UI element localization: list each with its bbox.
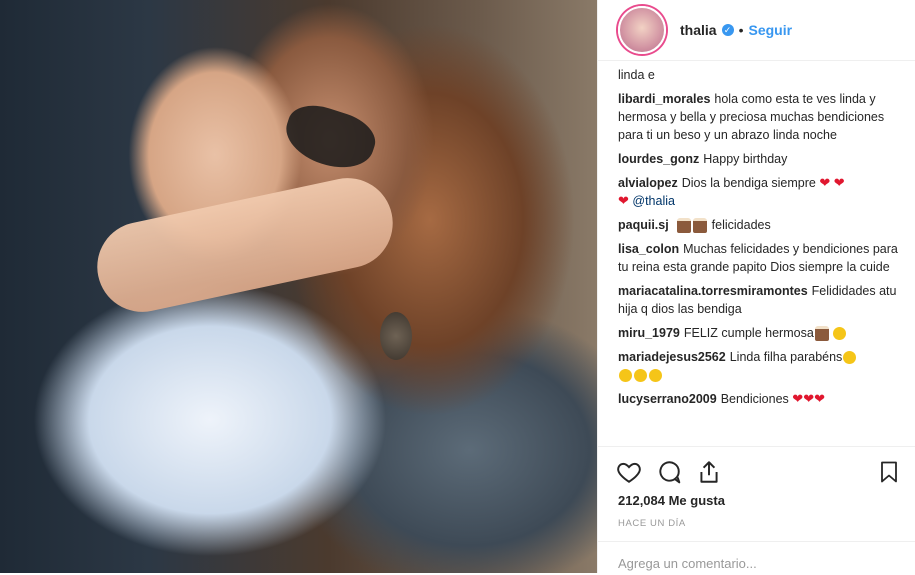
clap-emoji-icon bbox=[843, 351, 857, 365]
share-icon[interactable] bbox=[696, 459, 722, 485]
post-sidebar: thalia ✓ • Seguir linda e libardi_morale… bbox=[597, 0, 915, 573]
comment-username[interactable]: lourdes_gonz bbox=[618, 152, 699, 166]
heart-emoji-icon: ❤ bbox=[819, 175, 831, 190]
comment-item: mariadejesus2562 Linda filha parabéns bbox=[618, 348, 898, 384]
post-timestamp: HACE UN DÍA bbox=[618, 518, 686, 529]
comment-text: Happy birthday bbox=[703, 152, 788, 166]
comment-username[interactable]: libardi_morales bbox=[618, 92, 710, 106]
comment-text: Bendiciones bbox=[720, 392, 789, 406]
comment-item: miru_1979 FELIZ cumple hermosa bbox=[618, 324, 898, 342]
post-header: thalia ✓ • Seguir bbox=[598, 0, 915, 61]
heart-emoji-icon: ❤ bbox=[803, 391, 815, 406]
comment-item: linda e bbox=[618, 66, 898, 84]
heart-icon[interactable] bbox=[616, 459, 642, 485]
bookmark-icon[interactable] bbox=[877, 459, 901, 485]
post-photo[interactable] bbox=[0, 0, 597, 573]
heart-emoji-icon: ❤ bbox=[618, 193, 629, 208]
heart-emoji-icon: ❤ bbox=[814, 391, 825, 406]
comments-list[interactable]: linda e libardi_morales hola como esta te… bbox=[618, 66, 898, 446]
profile-username[interactable]: thalia bbox=[680, 22, 717, 38]
comment-username[interactable]: mariacatalina.torresmiramontes bbox=[618, 284, 808, 298]
comment-item: paquii.sj felicidades bbox=[618, 216, 898, 234]
comment-mention-link[interactable]: @thalia bbox=[632, 194, 675, 208]
comment-item: lourdes_gonz Happy birthday bbox=[618, 150, 898, 168]
add-comment-input[interactable]: Agrega un comentario... bbox=[618, 556, 757, 571]
comment-text: felicidades bbox=[711, 218, 771, 232]
profile-avatar[interactable] bbox=[618, 6, 666, 54]
comment-username[interactable]: lisa_colon bbox=[618, 242, 679, 256]
clap-emoji-icon bbox=[619, 369, 632, 383]
wink-emoji-icon bbox=[832, 327, 846, 341]
comment-icon[interactable] bbox=[656, 459, 682, 485]
comment-item: libardi_morales hola como esta te ves lin… bbox=[618, 90, 898, 144]
add-comment-bar: Agrega un comentario... bbox=[598, 541, 915, 575]
comment-item: alvialopez Dios la bendiga siempre ❤ ❤ ❤ … bbox=[618, 174, 898, 210]
cake-emoji-icon bbox=[814, 326, 829, 342]
comment-text: linda e bbox=[618, 68, 655, 82]
verified-badge-icon: ✓ bbox=[721, 24, 734, 36]
comment-username[interactable]: miru_1979 bbox=[618, 326, 680, 340]
comment-username[interactable]: mariadejesus2562 bbox=[618, 350, 726, 364]
cake-emoji-icon bbox=[677, 218, 692, 234]
comment-item: lisa_colon Muchas felicidades y bendicion… bbox=[618, 240, 898, 276]
comment-username[interactable]: alvialopez bbox=[618, 176, 678, 190]
comment-text: FELIZ cumple hermosa bbox=[683, 326, 814, 340]
likes-count[interactable]: 212,084 Me gusta bbox=[618, 493, 725, 508]
separator-dot: • bbox=[738, 22, 744, 38]
heart-emoji-icon: ❤ bbox=[833, 175, 845, 190]
comment-username[interactable]: paquii.sj bbox=[618, 218, 669, 232]
comment-username[interactable]: lucyserrano2009 bbox=[618, 392, 717, 406]
clap-emoji-icon bbox=[649, 369, 662, 383]
photo-ring-shape bbox=[380, 312, 412, 360]
photo-sunglasses-shape bbox=[278, 97, 382, 178]
action-icons bbox=[616, 459, 901, 487]
comment-item: lucyserrano2009 Bendiciones ❤❤❤ bbox=[618, 390, 898, 408]
photo-arm-shape bbox=[88, 169, 402, 321]
comment-text: Dios la bendiga siempre bbox=[681, 176, 816, 190]
comment-item: mariacatalina.torresmiramontes Felididade… bbox=[618, 282, 898, 318]
clap-emoji-icon bbox=[634, 369, 647, 383]
post-modal: thalia ✓ • Seguir linda e libardi_morale… bbox=[0, 0, 915, 573]
comment-text: Linda filha parabéns bbox=[729, 350, 843, 364]
heart-emoji-icon: ❤ bbox=[792, 391, 804, 406]
post-actions: 212,084 Me gusta HACE UN DÍA Agrega un c… bbox=[598, 446, 915, 574]
follow-button[interactable]: Seguir bbox=[748, 22, 792, 38]
cake-emoji-icon bbox=[693, 218, 708, 234]
